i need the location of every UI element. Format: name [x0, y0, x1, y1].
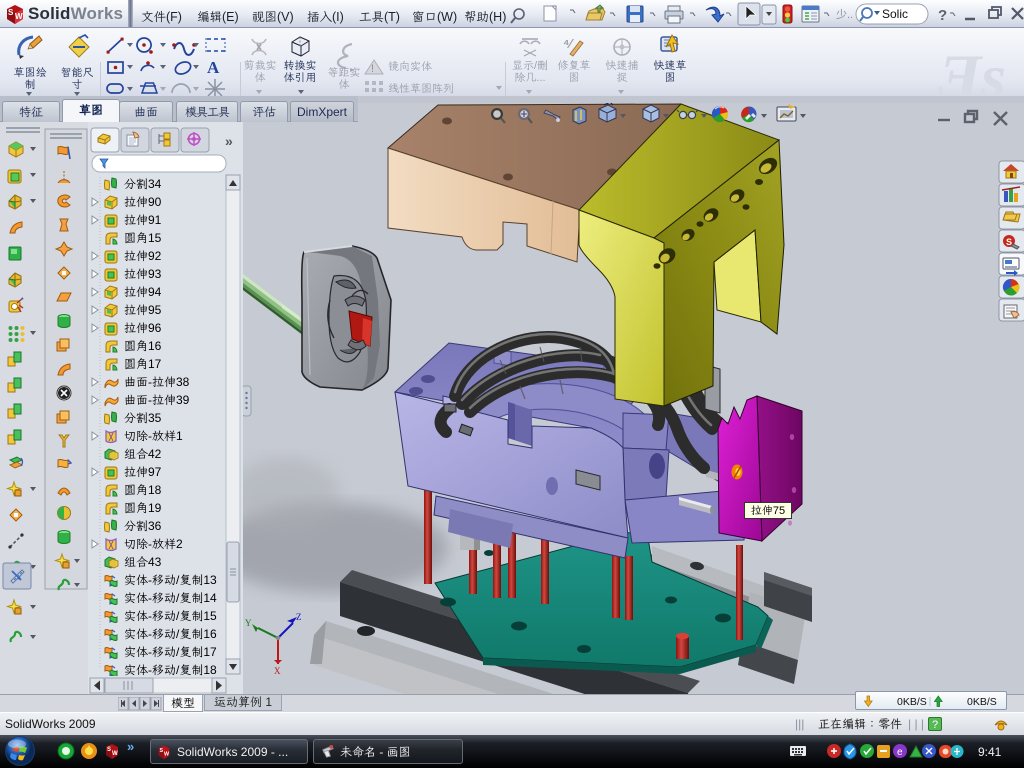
svg-text:组合42: 组合42: [124, 447, 162, 461]
svg-text:⁴⁄: ⁴⁄: [563, 36, 574, 51]
svg-text:0KB/S: 0KB/S: [967, 696, 997, 708]
svg-text:曲面-拉伸38: 曲面-拉伸38: [124, 375, 190, 389]
svg-text:拉伸94: 拉伸94: [124, 285, 162, 299]
svg-text:拉伸96: 拉伸96: [124, 321, 162, 335]
svg-text:拉伸95: 拉伸95: [124, 303, 162, 317]
svg-text:S: S: [160, 748, 164, 754]
svg-text:Z: Z: [296, 612, 302, 622]
svg-text:圆角17: 圆角17: [124, 357, 162, 371]
svg-text:少..: 少..: [836, 8, 853, 21]
svg-text:拉伸91: 拉伸91: [124, 213, 162, 227]
svg-text:S: S: [8, 8, 14, 17]
svg-text:e: e: [897, 747, 903, 758]
svg-text:Y: Y: [245, 618, 252, 628]
svg-text:组合43: 组合43: [124, 555, 162, 569]
svg-text:实体-移动/复制17: 实体-移动/复制17: [124, 645, 217, 659]
svg-text:切除-放样2: 切除-放样2: [124, 537, 183, 551]
svg-text:0KB/S: 0KB/S: [897, 696, 927, 708]
svg-text:圆角16: 圆角16: [124, 339, 162, 353]
svg-text:A: A: [207, 58, 220, 77]
svg-text:切除-放样1: 切除-放样1: [124, 429, 183, 443]
svg-text:W: W: [15, 12, 23, 21]
svg-text:拉伸90: 拉伸90: [124, 195, 162, 209]
svg-text:实体-移动/复制18: 实体-移动/复制18: [124, 663, 217, 677]
svg-text:S: S: [107, 747, 111, 753]
svg-text:»: »: [225, 133, 233, 149]
svg-text:Solic: Solic: [882, 7, 908, 21]
svg-text:拉伸93: 拉伸93: [124, 267, 162, 281]
svg-text:实体-移动/复制13: 实体-移动/复制13: [124, 573, 217, 587]
svg-text:W: W: [112, 751, 118, 757]
svg-text:圆角18: 圆角18: [124, 483, 162, 497]
svg-text:分割34: 分割34: [124, 177, 162, 191]
svg-text:圆角19: 圆角19: [124, 501, 162, 515]
svg-text:X: X: [274, 666, 281, 676]
svg-text:实体-移动/复制14: 实体-移动/复制14: [124, 591, 217, 605]
svg-text:?: ?: [938, 7, 947, 24]
svg-text:圆角15: 圆角15: [124, 231, 162, 245]
svg-text:拉伸92: 拉伸92: [124, 249, 162, 263]
svg-text:!: !: [371, 63, 374, 75]
svg-text:分割35: 分割35: [124, 411, 162, 425]
svg-text:实体-移动/复制16: 实体-移动/复制16: [124, 627, 217, 641]
svg-text:分割36: 分割36: [124, 519, 162, 533]
svg-text:实体-移动/复制15: 实体-移动/复制15: [124, 609, 217, 623]
svg-text:曲面-拉伸39: 曲面-拉伸39: [124, 393, 190, 407]
svg-text:拉伸97: 拉伸97: [124, 465, 162, 479]
